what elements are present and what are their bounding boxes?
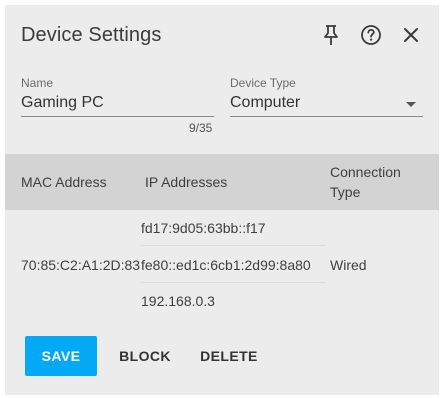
- name-input[interactable]: Gaming PC: [21, 94, 104, 112]
- block-button[interactable]: BLOCK: [113, 336, 177, 376]
- device-type-value[interactable]: Computer: [230, 94, 300, 112]
- close-icon[interactable]: [399, 23, 423, 47]
- ip-address-item: fe80::ed1c:6cb1:2d99:8a80: [141, 257, 311, 273]
- mac-address-cell: 70:85:C2:A1:2D:83: [21, 257, 141, 273]
- connection-type-cell: Wired: [330, 257, 367, 273]
- chevron-down-icon[interactable]: [406, 102, 416, 107]
- device-type-label: Device Type: [230, 76, 296, 90]
- name-char-counter: 9/35: [189, 121, 213, 135]
- delete-button[interactable]: DELETE: [193, 336, 265, 376]
- dialog-title: Device Settings: [21, 24, 162, 46]
- name-underline: [21, 116, 214, 117]
- name-label: Name: [21, 76, 54, 90]
- dialog-header: Device Settings: [5, 5, 439, 65]
- ip-divider: [140, 245, 326, 246]
- help-circle-icon[interactable]: [359, 23, 383, 47]
- column-header-connection-line2: Type: [330, 184, 361, 200]
- device-type-underline: [230, 116, 423, 117]
- device-settings-dialog: Device Settings Name Gaming PC 9/35 Devi…: [5, 5, 439, 395]
- pin-icon[interactable]: [319, 23, 343, 47]
- table-header: MAC Address IP Addresses Connection Type: [5, 154, 439, 210]
- column-header-ip: IP Addresses: [145, 174, 228, 190]
- save-button[interactable]: SAVE: [25, 336, 97, 376]
- column-header-mac: MAC Address: [21, 174, 107, 190]
- column-header-connection-line1: Connection: [330, 164, 401, 180]
- ip-divider: [140, 282, 326, 283]
- ip-address-item: 192.168.0.3: [141, 293, 215, 309]
- ip-address-item: fd17:9d05:63bb::f17: [141, 220, 266, 236]
